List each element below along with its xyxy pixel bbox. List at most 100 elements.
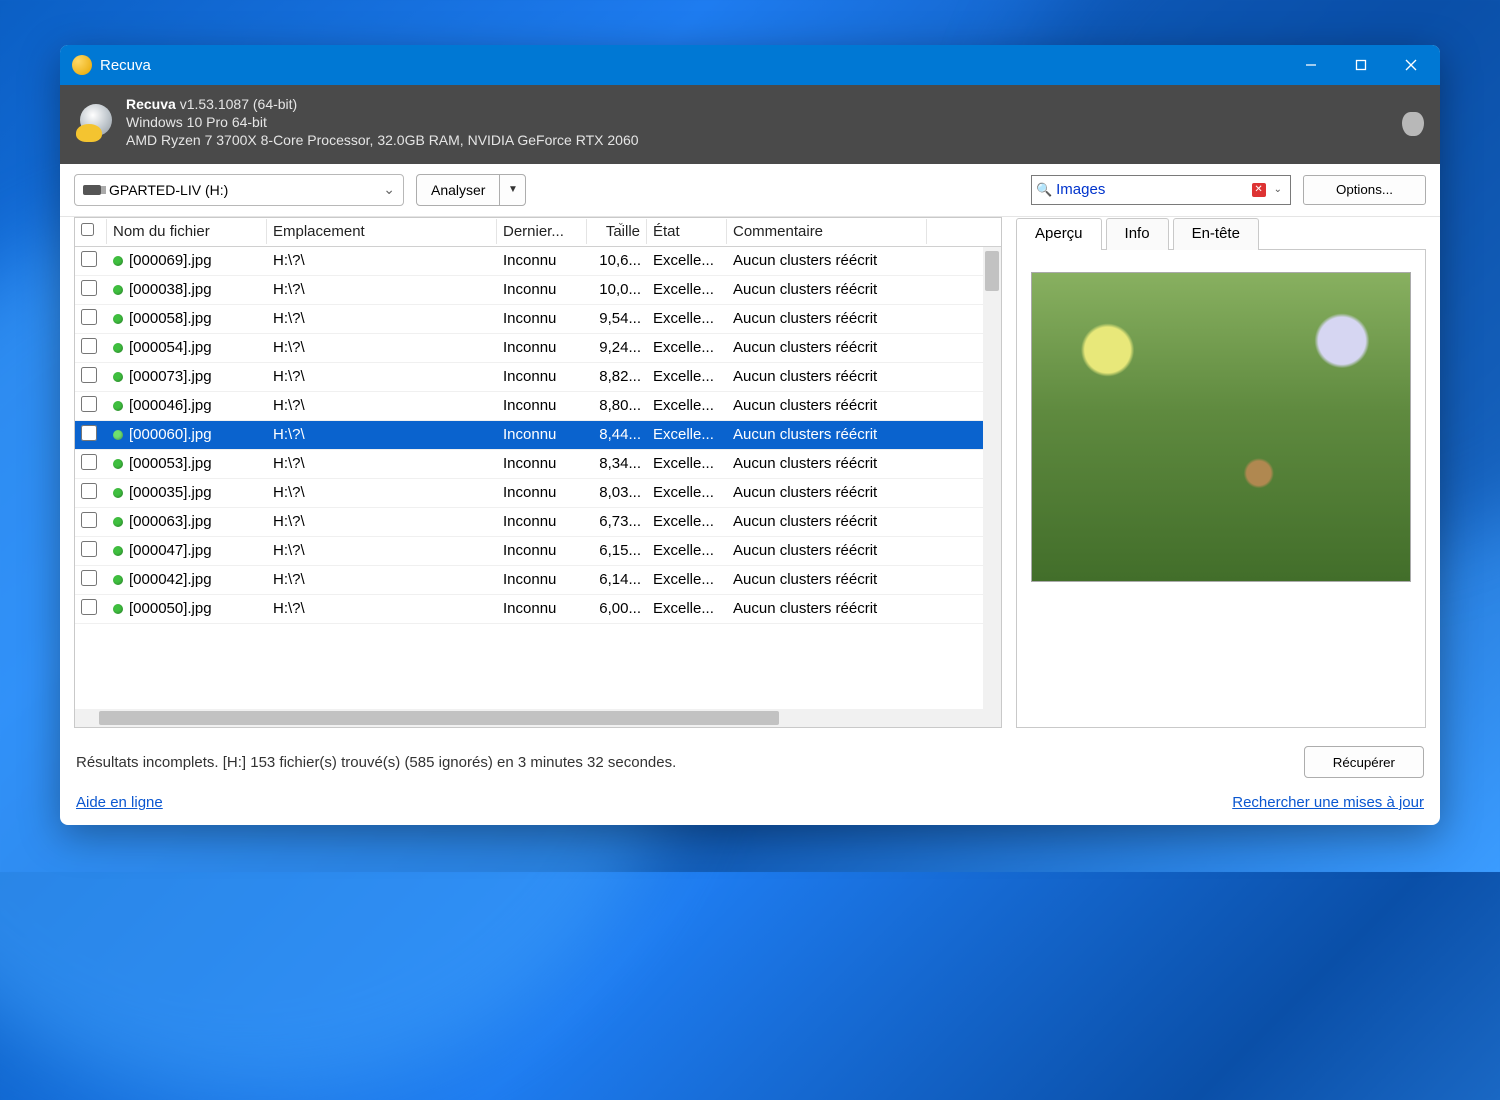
- cell-size: 8,44...: [587, 423, 647, 446]
- table-header[interactable]: Nom du fichier Emplacement Dernier... Ta…: [75, 218, 1001, 247]
- maximize-button[interactable]: [1336, 45, 1386, 85]
- cell-modified: Inconnu: [497, 365, 587, 388]
- toolbar: GPARTED-LIV (H:) ⌄ Analyser ▼ 🔍 Images ✕…: [60, 164, 1440, 217]
- row-checkbox[interactable]: [81, 280, 97, 296]
- analyze-button[interactable]: Analyser ▼: [416, 174, 526, 206]
- row-checkbox-cell[interactable]: [75, 567, 107, 593]
- table-row[interactable]: [000060].jpgH:\?\Inconnu8,44...Excelle..…: [75, 421, 1001, 450]
- tab-info[interactable]: Info: [1106, 218, 1169, 250]
- status-bar: Résultats incomplets. [H:] 153 fichier(s…: [60, 734, 1440, 786]
- row-checkbox-cell[interactable]: [75, 364, 107, 390]
- row-checkbox-cell[interactable]: [75, 306, 107, 332]
- row-checkbox-cell[interactable]: [75, 451, 107, 477]
- scrollbar-thumb[interactable]: [99, 711, 779, 725]
- column-comment[interactable]: Commentaire: [727, 219, 927, 244]
- row-checkbox[interactable]: [81, 570, 97, 586]
- row-checkbox-cell[interactable]: [75, 248, 107, 274]
- row-checkbox[interactable]: [81, 367, 97, 383]
- column-checkbox[interactable]: [75, 219, 107, 244]
- clear-filter-icon[interactable]: ✕: [1252, 183, 1266, 197]
- preview-image: [1031, 272, 1411, 582]
- table-row[interactable]: [000054].jpgH:\?\Inconnu9,24...Excelle..…: [75, 334, 1001, 363]
- row-checkbox[interactable]: [81, 251, 97, 267]
- help-link[interactable]: Aide en ligne: [76, 794, 163, 811]
- app-icon: [72, 55, 92, 75]
- table-row[interactable]: [000050].jpgH:\?\Inconnu6,00...Excelle..…: [75, 595, 1001, 624]
- row-checkbox[interactable]: [81, 483, 97, 499]
- select-all-checkbox[interactable]: [81, 223, 94, 236]
- horizontal-scrollbar[interactable]: [75, 709, 1001, 727]
- update-link[interactable]: Rechercher une mises à jour: [1232, 794, 1424, 811]
- row-checkbox[interactable]: [81, 512, 97, 528]
- cell-state: Excelle...: [647, 365, 727, 388]
- recover-button[interactable]: Récupérer: [1304, 746, 1424, 778]
- table-row[interactable]: [000058].jpgH:\?\Inconnu9,54...Excelle..…: [75, 305, 1001, 334]
- chevron-down-icon[interactable]: ⌄: [1270, 184, 1286, 195]
- cell-comment: Aucun clusters réécrit: [727, 568, 927, 591]
- row-checkbox-cell[interactable]: [75, 422, 107, 448]
- titlebar[interactable]: Recuva: [60, 45, 1440, 85]
- cell-size: 9,54...: [587, 307, 647, 330]
- scrollbar-thumb[interactable]: [985, 251, 999, 291]
- row-checkbox-cell[interactable]: [75, 538, 107, 564]
- row-checkbox[interactable]: [81, 425, 97, 441]
- column-filename[interactable]: Nom du fichier: [107, 219, 267, 244]
- row-checkbox-cell[interactable]: [75, 335, 107, 361]
- minimize-button[interactable]: [1286, 45, 1336, 85]
- tab-header[interactable]: En-tête: [1173, 218, 1259, 250]
- cell-state: Excelle...: [647, 597, 727, 620]
- row-checkbox[interactable]: [81, 396, 97, 412]
- cell-location: H:\?\: [267, 452, 497, 475]
- cell-size: 6,14...: [587, 568, 647, 591]
- tab-preview[interactable]: Aperçu: [1016, 218, 1102, 250]
- drive-select[interactable]: GPARTED-LIV (H:) ⌄: [74, 174, 404, 206]
- table-row[interactable]: [000047].jpgH:\?\Inconnu6,15...Excelle..…: [75, 537, 1001, 566]
- column-modified[interactable]: Dernier...: [497, 219, 587, 244]
- analyze-button-label[interactable]: Analyser: [417, 175, 499, 205]
- row-checkbox[interactable]: [81, 338, 97, 354]
- row-checkbox-cell[interactable]: [75, 596, 107, 622]
- row-checkbox[interactable]: [81, 309, 97, 325]
- table-row[interactable]: [000042].jpgH:\?\Inconnu6,14...Excelle..…: [75, 566, 1001, 595]
- app-logo-icon: [76, 102, 116, 142]
- status-dot-icon: [113, 459, 123, 469]
- table-row[interactable]: [000063].jpgH:\?\Inconnu6,73...Excelle..…: [75, 508, 1001, 537]
- table-row[interactable]: [000038].jpgH:\?\Inconnu10,0...Excelle..…: [75, 276, 1001, 305]
- cell-state: Excelle...: [647, 452, 727, 475]
- row-checkbox-cell[interactable]: [75, 509, 107, 535]
- cell-size: 6,15...: [587, 539, 647, 562]
- cell-modified: Inconnu: [497, 249, 587, 272]
- cell-location: H:\?\: [267, 365, 497, 388]
- row-checkbox-cell[interactable]: [75, 480, 107, 506]
- table-row[interactable]: [000046].jpgH:\?\Inconnu8,80...Excelle..…: [75, 392, 1001, 421]
- filter-combobox[interactable]: 🔍 Images ✕ ⌄: [1031, 175, 1291, 205]
- table-row[interactable]: [000035].jpgH:\?\Inconnu8,03...Excelle..…: [75, 479, 1001, 508]
- row-checkbox-cell[interactable]: [75, 277, 107, 303]
- cell-state: Excelle...: [647, 307, 727, 330]
- table-row[interactable]: [000073].jpgH:\?\Inconnu8,82...Excelle..…: [75, 363, 1001, 392]
- column-location[interactable]: Emplacement: [267, 219, 497, 244]
- column-state[interactable]: État: [647, 219, 727, 244]
- options-button[interactable]: Options...: [1303, 175, 1426, 205]
- cell-state: Excelle...: [647, 539, 727, 562]
- cell-modified: Inconnu: [497, 481, 587, 504]
- cell-state: Excelle...: [647, 336, 727, 359]
- row-checkbox[interactable]: [81, 541, 97, 557]
- row-checkbox[interactable]: [81, 454, 97, 470]
- analyze-dropdown[interactable]: ▼: [499, 175, 525, 205]
- cell-comment: Aucun clusters réécrit: [727, 249, 927, 272]
- status-dot-icon: [113, 343, 123, 353]
- vertical-scrollbar[interactable]: [983, 247, 1001, 709]
- table-row[interactable]: [000053].jpgH:\?\Inconnu8,34...Excelle..…: [75, 450, 1001, 479]
- row-checkbox-cell[interactable]: [75, 393, 107, 419]
- app-window: Recuva Recuva v1.53.1087 (64-bit) Window…: [60, 45, 1440, 825]
- header-panel: Recuva v1.53.1087 (64-bit) Windows 10 Pr…: [60, 85, 1440, 164]
- cell-comment: Aucun clusters réécrit: [727, 394, 927, 417]
- cell-modified: Inconnu: [497, 423, 587, 446]
- cell-modified: Inconnu: [497, 278, 587, 301]
- cell-comment: Aucun clusters réécrit: [727, 423, 927, 446]
- close-button[interactable]: [1386, 45, 1436, 85]
- cell-filename: [000060].jpg: [107, 423, 267, 446]
- row-checkbox[interactable]: [81, 599, 97, 615]
- table-row[interactable]: [000069].jpgH:\?\Inconnu10,6...Excelle..…: [75, 247, 1001, 276]
